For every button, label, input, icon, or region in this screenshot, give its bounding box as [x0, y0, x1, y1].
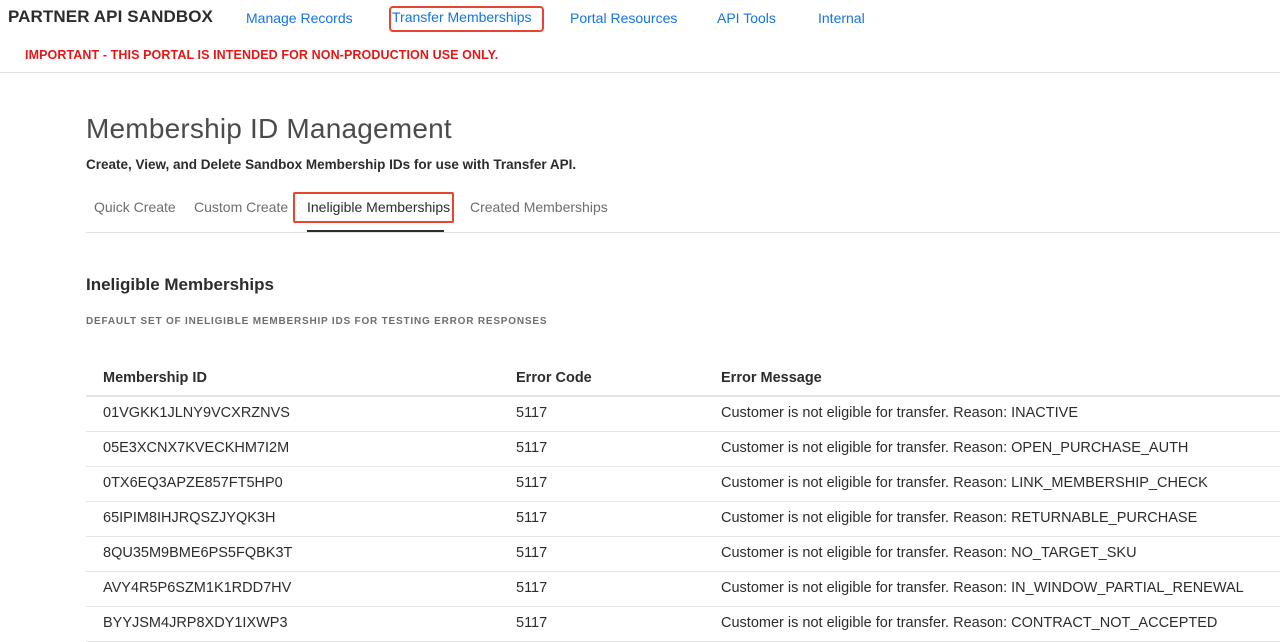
page-title: Membership ID Management — [86, 113, 452, 144]
tab-quick-create[interactable]: Quick Create — [94, 199, 176, 215]
membership-id-cell: AVY4R5P6SZM1K1RDD7HV — [103, 580, 292, 596]
table-row: AVY4R5P6SZM1K1RDD7HV 5117 Customer is no… — [86, 572, 1280, 607]
tab-created-memberships[interactable]: Created Memberships — [470, 199, 608, 215]
error-message-cell: Customer is not eligible for transfer. R… — [721, 615, 1218, 631]
ineligible-memberships-table: Membership ID Error Code Error Message 0… — [86, 362, 1280, 642]
error-code-cell: 5117 — [516, 440, 548, 456]
top-bar: PARTNER API SANDBOX Manage Records Trans… — [0, 0, 1280, 73]
error-code-cell: 5117 — [516, 545, 548, 561]
error-code-cell: 5117 — [516, 580, 548, 596]
membership-id-cell: 01VGKK1JLNY9VCXRZNVS — [103, 405, 290, 421]
error-message-cell: Customer is not eligible for transfer. R… — [721, 545, 1137, 561]
nav-manage-records[interactable]: Manage Records — [246, 10, 353, 26]
table-header: Membership ID Error Code Error Message — [86, 362, 1280, 397]
error-message-cell: Customer is not eligible for transfer. R… — [721, 475, 1208, 491]
membership-id-cell: BYYJSM4JRP8XDY1IXWP3 — [103, 615, 288, 631]
tab-bar: Quick Create Custom Create Ineligible Me… — [86, 192, 1280, 233]
column-header-error-message: Error Message — [721, 370, 822, 386]
active-tab-indicator — [307, 230, 444, 232]
table-row: 01VGKK1JLNY9VCXRZNVS 5117 Customer is no… — [86, 397, 1280, 432]
error-message-cell: Customer is not eligible for transfer. R… — [721, 580, 1244, 596]
nav-portal-resources[interactable]: Portal Resources — [570, 10, 677, 26]
error-code-cell: 5117 — [516, 475, 548, 491]
error-code-cell: 5117 — [516, 510, 548, 526]
page-subtitle: Create, View, and Delete Sandbox Members… — [86, 157, 577, 172]
table-row: 65IPIM8IHJRQSZJYQK3H 5117 Customer is no… — [86, 502, 1280, 537]
tab-custom-create[interactable]: Custom Create — [194, 199, 288, 215]
membership-id-cell: 05E3XCNX7KVECKHM7I2M — [103, 440, 290, 456]
table-row: 05E3XCNX7KVECKHM7I2M 5117 Customer is no… — [86, 432, 1280, 467]
non-production-warning: IMPORTANT - THIS PORTAL IS INTENDED FOR … — [25, 48, 499, 62]
table-row: 0TX6EQ3APZE857FT5HP0 5117 Customer is no… — [86, 467, 1280, 502]
membership-id-cell: 0TX6EQ3APZE857FT5HP0 — [103, 475, 283, 491]
membership-id-cell: 8QU35M9BME6PS5FQBK3T — [103, 545, 293, 561]
membership-id-cell: 65IPIM8IHJRQSZJYQK3H — [103, 510, 276, 526]
table-row: 8QU35M9BME6PS5FQBK3T 5117 Customer is no… — [86, 537, 1280, 572]
tab-ineligible-memberships[interactable]: Ineligible Memberships — [307, 199, 450, 215]
nav-internal[interactable]: Internal — [818, 10, 865, 26]
nav-api-tools[interactable]: API Tools — [717, 10, 776, 26]
error-message-cell: Customer is not eligible for transfer. R… — [721, 405, 1079, 421]
error-code-cell: 5117 — [516, 615, 548, 631]
error-message-cell: Customer is not eligible for transfer. R… — [721, 440, 1189, 456]
section-title: Ineligible Memberships — [86, 275, 274, 294]
error-message-cell: Customer is not eligible for transfer. R… — [721, 510, 1198, 526]
table-row: BYYJSM4JRP8XDY1IXWP3 5117 Customer is no… — [86, 607, 1280, 642]
brand-title: PARTNER API SANDBOX — [8, 7, 213, 26]
column-header-error-code: Error Code — [516, 370, 592, 386]
column-header-membership-id: Membership ID — [103, 370, 207, 386]
nav-transfer-memberships[interactable]: Transfer Memberships — [389, 6, 544, 32]
section-description: DEFAULT SET OF INELIGIBLE MEMBERSHIP IDS… — [86, 316, 548, 327]
error-code-cell: 5117 — [516, 405, 548, 421]
